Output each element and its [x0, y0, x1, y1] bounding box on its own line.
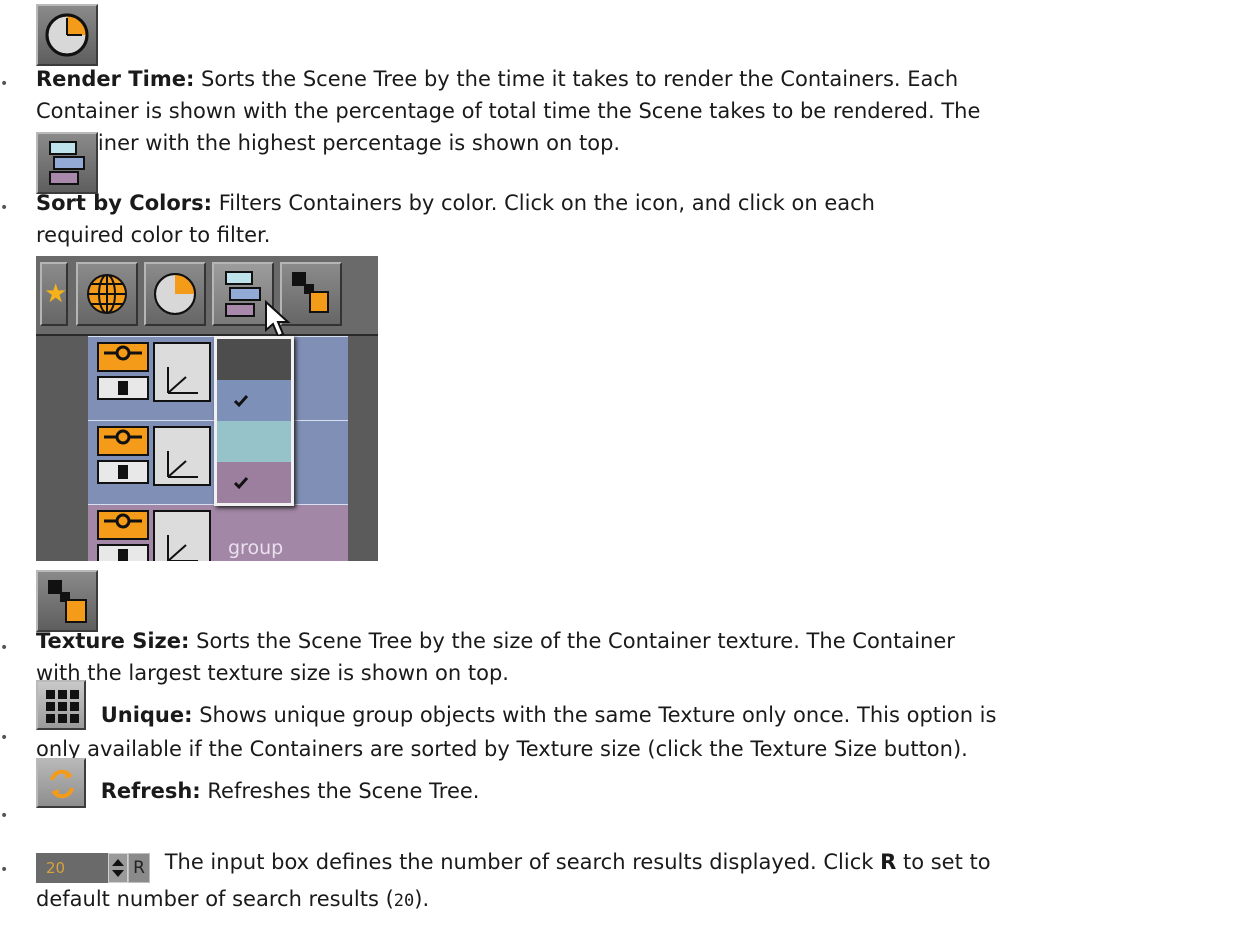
render-time-clock-icon[interactable] — [36, 4, 98, 66]
bullet: • — [0, 640, 9, 656]
bullet: • — [0, 808, 9, 824]
texture-size-term: Texture Size: — [36, 629, 190, 653]
bullet: • — [0, 862, 9, 878]
color-option-blue[interactable] — [217, 380, 291, 421]
search-results-line2-suffix: ). — [414, 887, 430, 911]
search-results-description: 20 R The input box defines the number of… — [36, 846, 1231, 917]
bullet: • — [0, 730, 9, 746]
render-time-text-2: Container is shown with the percentage o… — [36, 99, 981, 123]
bullet: • — [0, 76, 9, 92]
sort-by-colors-text-1: Filters Containers by color. Click on th… — [218, 191, 875, 215]
search-results-line2-prefix: default number of search results ( — [36, 887, 394, 911]
sort-by-colors-icon[interactable] — [36, 132, 98, 194]
svg-text:★: ★ — [44, 279, 66, 309]
refresh-term: Refresh: — [100, 779, 201, 803]
container-icons — [97, 426, 211, 486]
texture-size-description: Texture Size: Sorts the Scene Tree by th… — [36, 570, 1231, 689]
color-option-dark[interactable] — [217, 339, 291, 380]
spinner-arrows[interactable] — [108, 853, 128, 883]
reset-button[interactable]: R — [128, 853, 150, 883]
scene-tree-toolbar: ★ — [36, 256, 378, 338]
unique-grid-icon[interactable] — [36, 680, 86, 730]
search-results-bold-r: R — [880, 850, 897, 874]
favorites-star-button[interactable]: ★ — [40, 262, 68, 326]
search-results-text-2: to set to — [902, 850, 991, 874]
checkmark-icon — [233, 477, 249, 490]
container-icons — [97, 510, 211, 561]
texture-size-text-1: Sorts the Scene Tree by the size of the … — [196, 629, 955, 653]
globe-button[interactable] — [76, 262, 138, 326]
sort-by-colors-description: Sort by Colors: Filters Containers by co… — [36, 132, 1231, 251]
sort-by-colors-screenshot: ★ group — [36, 256, 378, 561]
texture-size-icon[interactable] — [36, 570, 98, 632]
checkmark-icon — [233, 395, 249, 408]
tree-row[interactable]: group — [88, 504, 348, 561]
bullet: • — [0, 200, 9, 216]
color-option-purple[interactable] — [217, 462, 291, 503]
search-results-input[interactable]: 20 — [36, 853, 108, 883]
unique-description: Unique: Shows unique group objects with … — [36, 680, 1231, 765]
color-option-cyan[interactable] — [217, 421, 291, 462]
unique-term: Unique: — [100, 703, 193, 727]
mouse-cursor-icon — [265, 300, 291, 338]
refresh-description: Refresh: Refreshes the Scene Tree. — [36, 758, 1231, 811]
search-results-line2-mono: 20 — [393, 891, 415, 911]
group-label: group — [228, 537, 284, 559]
render-time-text-1: Sorts the Scene Tree by the time it take… — [201, 67, 959, 91]
search-results-text-1: The input box defines the number of sear… — [164, 850, 874, 874]
search-results-spinner: 20 R — [36, 853, 150, 883]
render-time-clock-icon[interactable] — [144, 262, 206, 326]
sort-by-colors-text-2: required color to filter. — [36, 223, 271, 247]
color-filter-dropdown — [214, 336, 294, 506]
refresh-text-1: Refreshes the Scene Tree. — [207, 779, 480, 803]
unique-text-1: Shows unique group objects with the same… — [199, 703, 997, 727]
sort-by-colors-term: Sort by Colors: — [36, 191, 213, 215]
container-icons — [97, 342, 211, 402]
refresh-icon[interactable] — [36, 758, 86, 808]
render-time-term: Render Time: — [36, 67, 195, 91]
